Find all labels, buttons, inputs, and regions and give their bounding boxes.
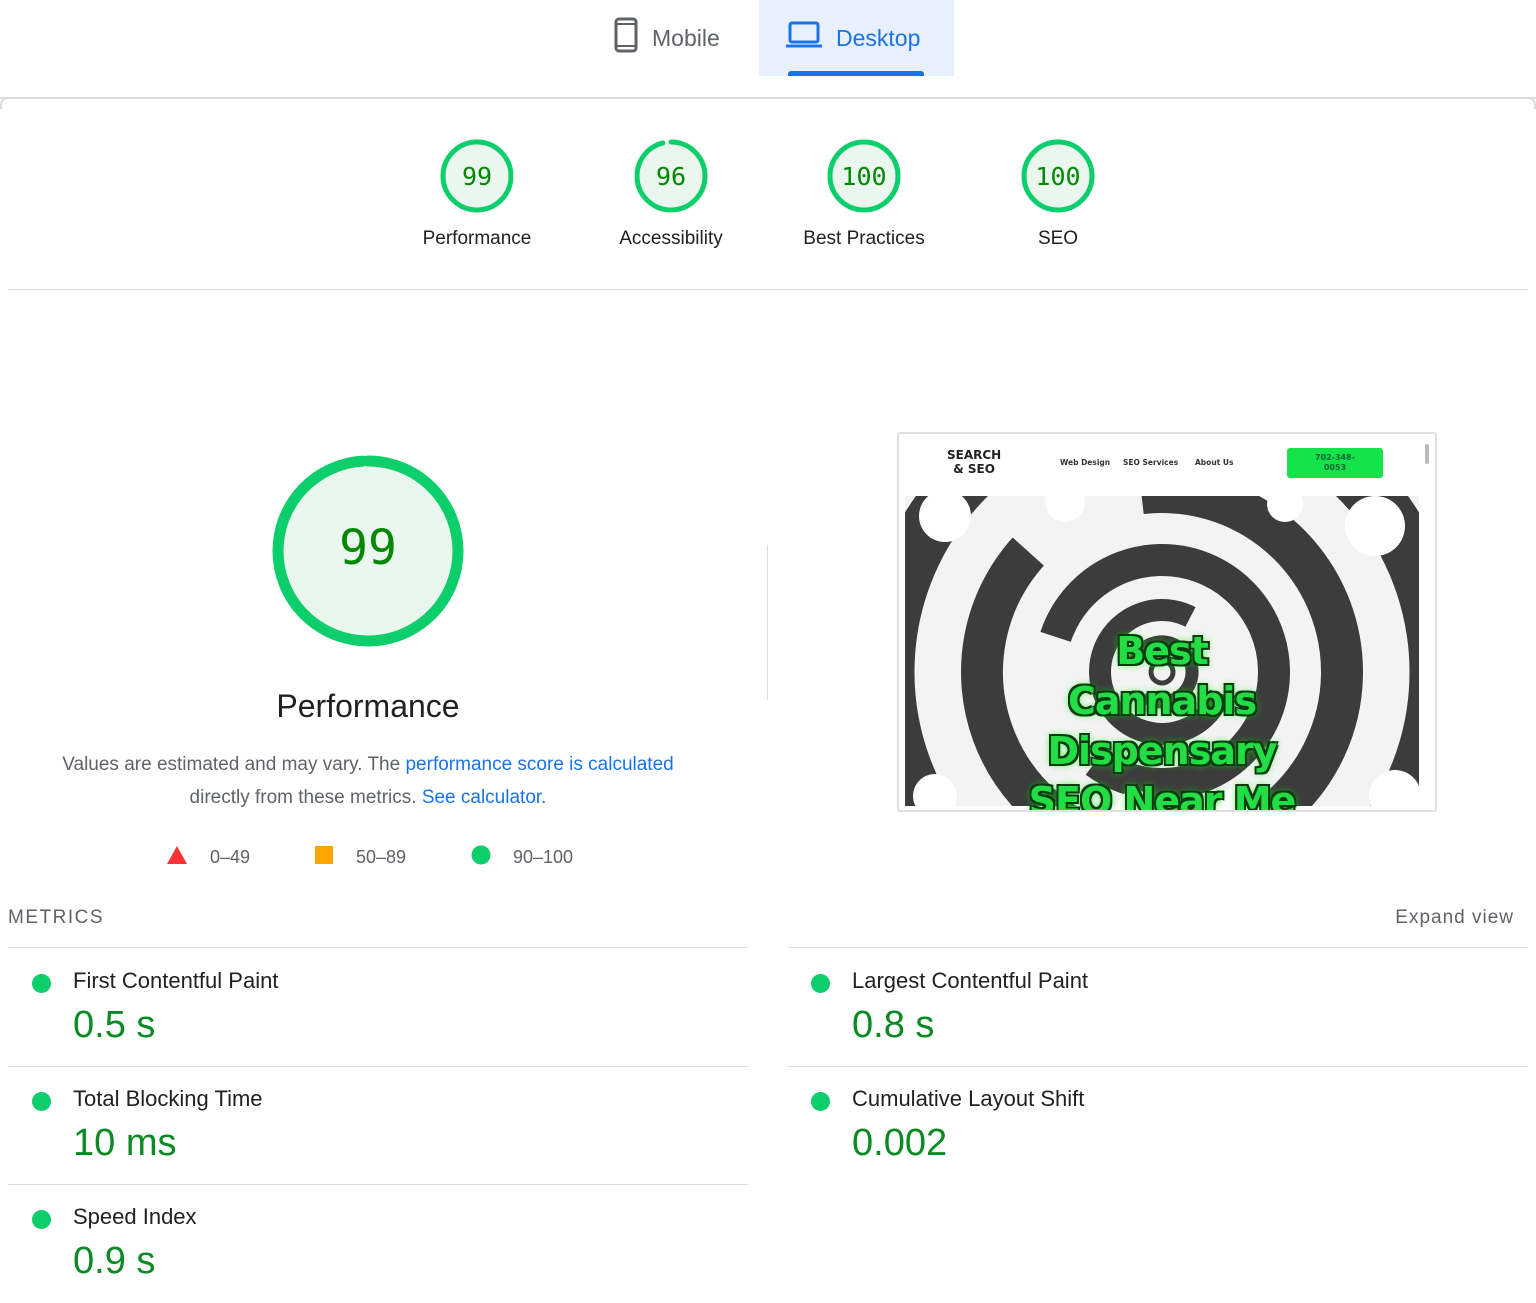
- performance-score-large: 99: [339, 520, 397, 576]
- pass-circle-icon: [32, 1210, 51, 1229]
- thumb-phone-button: 702-348- 0053: [1287, 448, 1383, 478]
- performance-title: Performance: [276, 688, 460, 724]
- desc-text-1: Values are estimated and may vary. The: [62, 754, 406, 775]
- metric-value: 0.002: [852, 1122, 948, 1164]
- desc-text-2: directly from these metrics.: [189, 787, 422, 808]
- see-calculator-link[interactable]: See calculator.: [422, 787, 547, 808]
- metrics-divider: [8, 1184, 748, 1185]
- metric-label: Total Blocking Time: [73, 1086, 263, 1111]
- page-screenshot-thumbnail[interactable]: SEARCH & SEO Web Design SEO Services Abo…: [897, 432, 1437, 812]
- pass-circle-icon: [32, 1092, 51, 1111]
- gauge-ring: 96: [634, 139, 708, 213]
- hero-line-1: Best: [1116, 629, 1209, 673]
- gauge-score: 100: [841, 162, 886, 191]
- gauge-ring: 100: [1021, 139, 1095, 213]
- laptop-icon: [786, 21, 822, 55]
- metrics-divider: [8, 947, 748, 948]
- tab-mobile[interactable]: Mobile: [600, 0, 760, 76]
- thumb-phone-line-1: 702-348-: [1314, 453, 1356, 462]
- expand-view-button[interactable]: Expand view: [1395, 907, 1514, 929]
- tab-mobile-label: Mobile: [652, 24, 720, 51]
- tab-desktop-label: Desktop: [836, 24, 921, 51]
- performance-description: Values are estimated and may vary. The p…: [38, 748, 698, 814]
- pass-circle-icon: [32, 974, 51, 993]
- gauge-label: Best Practices: [803, 228, 925, 249]
- metric-label: First Contentful Paint: [73, 968, 279, 993]
- thumb-nav-item: About Us: [1195, 458, 1234, 467]
- active-tab-indicator: [788, 71, 924, 76]
- tab-desktop[interactable]: Desktop: [759, 0, 954, 76]
- hero-line-2: Cannabis: [1067, 679, 1257, 723]
- thumb-logo: SEARCH & SEO: [947, 448, 1001, 476]
- score-gauge-seo[interactable]: 100 SEO: [968, 136, 1148, 250]
- score-gauge-best-practices[interactable]: 100 Best Practices: [774, 136, 954, 250]
- performance-gauge-large: 99: [268, 451, 468, 651]
- pass-circle-icon: [811, 1092, 830, 1111]
- thumb-phone-line-2: 0053: [1323, 463, 1347, 472]
- circle-icon: [471, 845, 491, 870]
- metric-value: 0.5 s: [73, 1004, 156, 1046]
- thumb-hero-image: Best Cannabis Dispensary SEO Near Me: [899, 434, 1435, 810]
- metrics-divider: [788, 1066, 1528, 1067]
- phone-icon: [614, 17, 638, 59]
- thumb-logo-line-1: SEARCH: [947, 448, 1002, 462]
- legend-pass: 90–100: [471, 845, 573, 870]
- metrics-heading: METRICS: [8, 907, 104, 928]
- metric-value: 10 ms: [73, 1122, 177, 1164]
- tab-divider: [0, 97, 1536, 99]
- metrics-divider: [8, 1066, 748, 1067]
- thumb-nav-item: Web Design: [1060, 458, 1111, 467]
- metric-value: 0.8 s: [852, 1004, 935, 1046]
- triangle-icon: [166, 845, 188, 870]
- vertical-divider: [767, 545, 768, 700]
- gauge-score: 99: [462, 162, 492, 191]
- gauge-ring: 99: [440, 139, 514, 213]
- legend-fail-range: 0–49: [210, 847, 251, 867]
- tab-divider-left-corner: [0, 97, 8, 109]
- gauge-score: 96: [656, 162, 686, 191]
- metric-value: 0.9 s: [73, 1240, 156, 1282]
- score-calculated-link[interactable]: performance score is calculated: [405, 754, 673, 775]
- gauge-label: Accessibility: [619, 228, 723, 249]
- gauge-ring: 100: [827, 139, 901, 213]
- legend-average: 50–89: [314, 845, 406, 870]
- square-icon: [314, 845, 334, 870]
- gauge-label: Performance: [422, 228, 532, 249]
- hero-line-3: Dispensary: [1047, 729, 1278, 773]
- metric-label: Largest Contentful Paint: [852, 968, 1089, 993]
- pass-circle-icon: [811, 974, 830, 993]
- gauge-label: SEO: [1037, 228, 1079, 249]
- legend-pass-range: 90–100: [513, 847, 574, 867]
- thumb-scrollbar: [1425, 444, 1429, 464]
- score-gauge-performance[interactable]: 99 Performance: [387, 136, 567, 250]
- legend-fail: 0–49: [166, 845, 250, 870]
- thumb-nav-item: SEO Services: [1123, 458, 1179, 467]
- metric-label: Speed Index: [73, 1204, 197, 1229]
- legend-average-range: 50–89: [356, 847, 407, 867]
- thumb-logo-line-2: & SEO: [953, 462, 995, 476]
- hero-line-4: SEO Near Me: [1028, 779, 1297, 812]
- thumb-hero-heading: Best Cannabis Dispensary SEO Near Me: [905, 626, 1419, 812]
- gauge-score: 100: [1035, 162, 1080, 191]
- metrics-divider: [788, 947, 1528, 948]
- scores-divider: [8, 289, 1528, 290]
- metric-label: Cumulative Layout Shift: [852, 1086, 1085, 1111]
- score-gauge-accessibility[interactable]: 96 Accessibility: [581, 136, 761, 250]
